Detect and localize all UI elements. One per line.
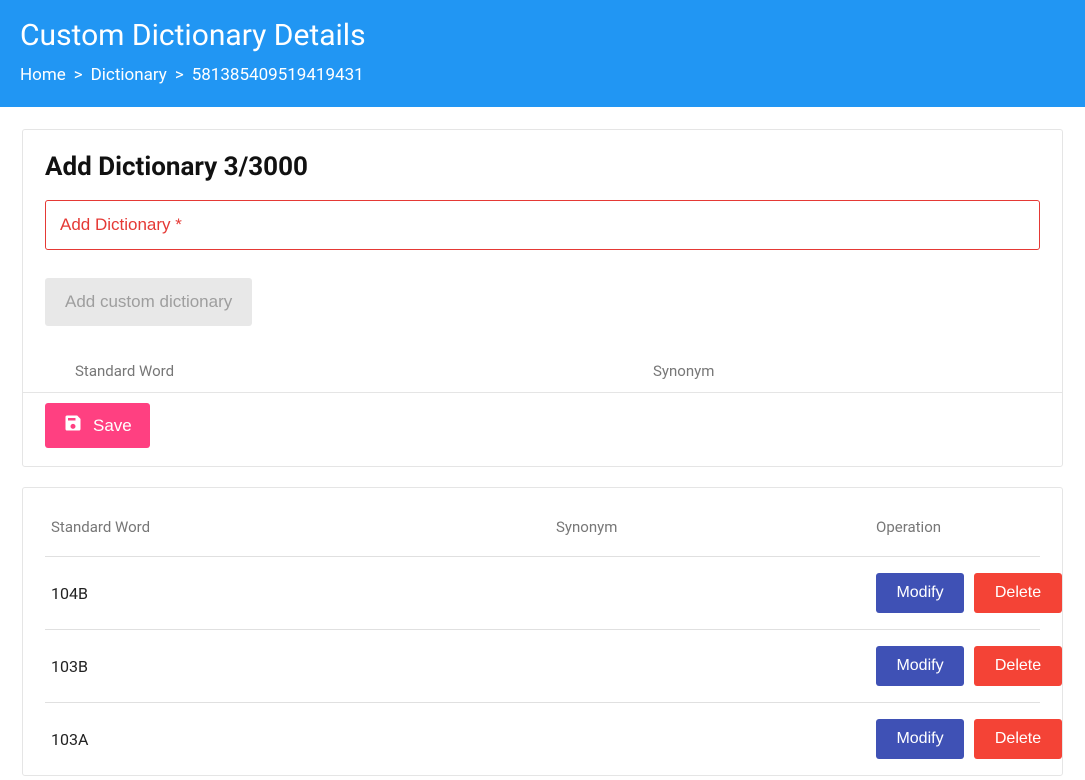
add-dictionary-title: Add Dictionary 3/3000	[45, 152, 1040, 182]
col-standard-word: Standard Word	[51, 518, 556, 536]
breadcrumb: Home > Dictionary > 581385409519419431	[20, 65, 1065, 85]
col-synonym: Synonym	[556, 518, 876, 536]
breadcrumb-dictionary[interactable]: Dictionary	[91, 65, 167, 85]
delete-button[interactable]: Delete	[974, 573, 1062, 613]
modify-button[interactable]: Modify	[876, 573, 964, 613]
save-button-label: Save	[93, 416, 132, 436]
operation-cell: Modify Delete	[876, 646, 1062, 686]
breadcrumb-id: 581385409519419431	[192, 65, 364, 85]
breadcrumb-home[interactable]: Home	[20, 65, 66, 85]
modify-button[interactable]: Modify	[876, 646, 964, 686]
delete-button[interactable]: Delete	[974, 646, 1062, 686]
delete-button[interactable]: Delete	[974, 719, 1062, 759]
table-row: 103A Modify Delete	[45, 703, 1040, 775]
standard-word-cell: 104B	[51, 584, 556, 603]
add-table-header: Standard Word Synonym	[45, 350, 1040, 392]
standard-word-cell: 103A	[51, 730, 556, 749]
chevron-right-icon: >	[74, 65, 83, 85]
operation-cell: Modify Delete	[876, 573, 1062, 613]
add-dictionary-card: Add Dictionary 3/3000 Add custom diction…	[22, 129, 1063, 467]
table-row: 103B Modify Delete	[45, 630, 1040, 702]
save-icon	[63, 413, 83, 438]
operation-cell: Modify Delete	[876, 719, 1062, 759]
dictionary-list-card: Standard Word Synonym Operation 104B Mod…	[22, 487, 1063, 776]
table-row: 104B Modify Delete	[45, 557, 1040, 629]
col-standard-word: Standard Word	[75, 362, 653, 380]
add-dictionary-input[interactable]	[45, 200, 1040, 250]
list-table-header: Standard Word Synonym Operation	[45, 518, 1040, 556]
col-synonym: Synonym	[653, 362, 1010, 380]
col-operation: Operation	[876, 518, 1034, 536]
standard-word-cell: 103B	[51, 657, 556, 676]
chevron-right-icon: >	[175, 65, 184, 85]
add-custom-dictionary-button: Add custom dictionary	[45, 278, 252, 326]
page-header: Custom Dictionary Details Home > Diction…	[0, 0, 1085, 107]
save-button[interactable]: Save	[45, 403, 150, 448]
page-title: Custom Dictionary Details	[20, 18, 1065, 53]
modify-button[interactable]: Modify	[876, 719, 964, 759]
